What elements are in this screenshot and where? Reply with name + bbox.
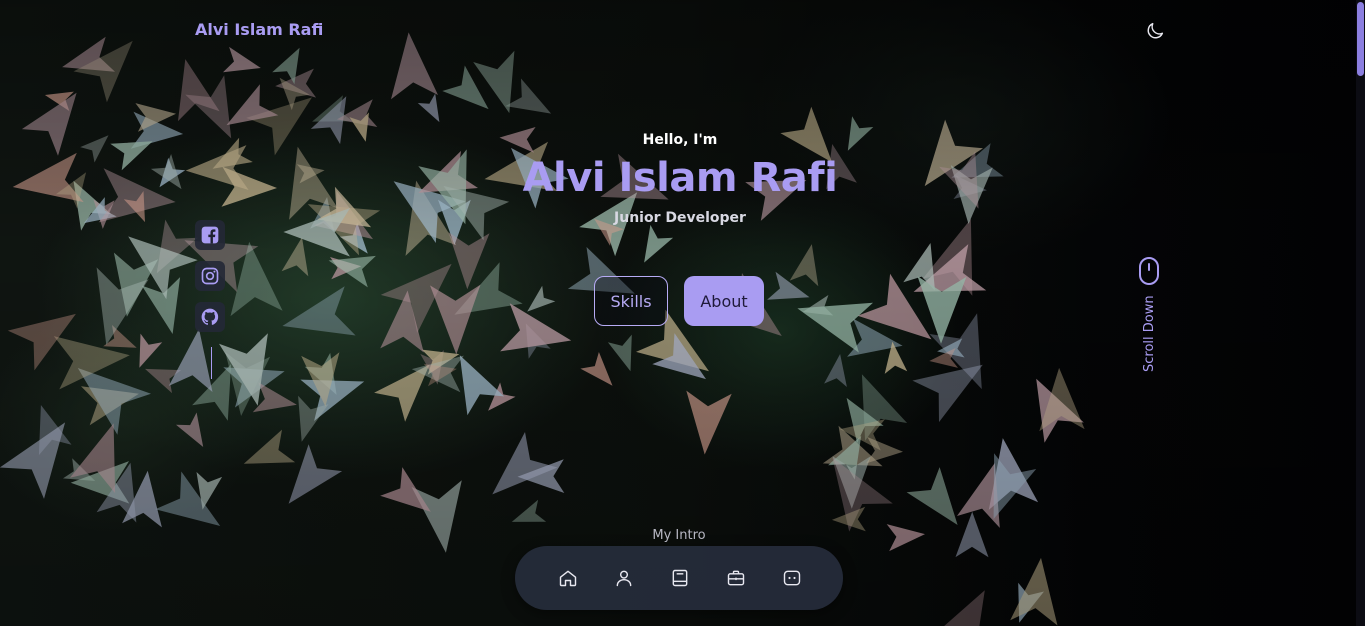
facebook-link[interactable] — [195, 220, 225, 250]
scroll-down-button[interactable]: Scroll Down — [1138, 256, 1162, 376]
facebook-icon — [201, 226, 219, 244]
instagram-icon — [201, 267, 219, 285]
chat-icon — [783, 570, 801, 586]
bottom-nav — [515, 546, 843, 610]
skills-button[interactable]: Skills — [594, 276, 668, 326]
hero-greeting: Hello, I'm — [642, 132, 718, 148]
hero-role: Junior Developer — [614, 210, 746, 226]
scrollbar-thumb[interactable] — [1357, 2, 1364, 76]
book-icon — [672, 569, 688, 587]
current-section-label: My Intro — [652, 528, 706, 543]
moon-icon — [1147, 22, 1164, 39]
scrollbar[interactable] — [1356, 0, 1365, 626]
briefcase-icon — [727, 570, 745, 586]
about-button[interactable]: About — [684, 276, 764, 326]
hero-buttons: Skills About — [594, 276, 764, 326]
nav-contact[interactable] — [780, 566, 804, 590]
home-icon — [559, 570, 577, 587]
hero-section: Hello, I'm Alvi Islam Rafi Junior Develo… — [480, 130, 880, 226]
github-icon — [201, 308, 219, 325]
nav-home[interactable] — [556, 566, 580, 590]
instagram-link[interactable] — [195, 261, 225, 291]
github-link[interactable] — [195, 302, 225, 332]
theme-toggle-button[interactable] — [1144, 20, 1166, 42]
hero-name: Alvi Islam Rafi — [522, 155, 838, 201]
social-links — [195, 220, 225, 379]
nav-skills[interactable] — [668, 566, 692, 590]
site-logo[interactable]: Alvi Islam Rafi — [195, 20, 323, 39]
user-icon — [616, 570, 632, 587]
nav-about[interactable] — [612, 566, 636, 590]
nav-portfolio[interactable] — [724, 566, 748, 590]
social-divider-line — [210, 347, 212, 379]
header: Alvi Islam Rafi — [0, 0, 1356, 60]
scroll-down-label: Scroll Down — [1142, 295, 1157, 372]
mouse-icon — [1139, 257, 1159, 285]
